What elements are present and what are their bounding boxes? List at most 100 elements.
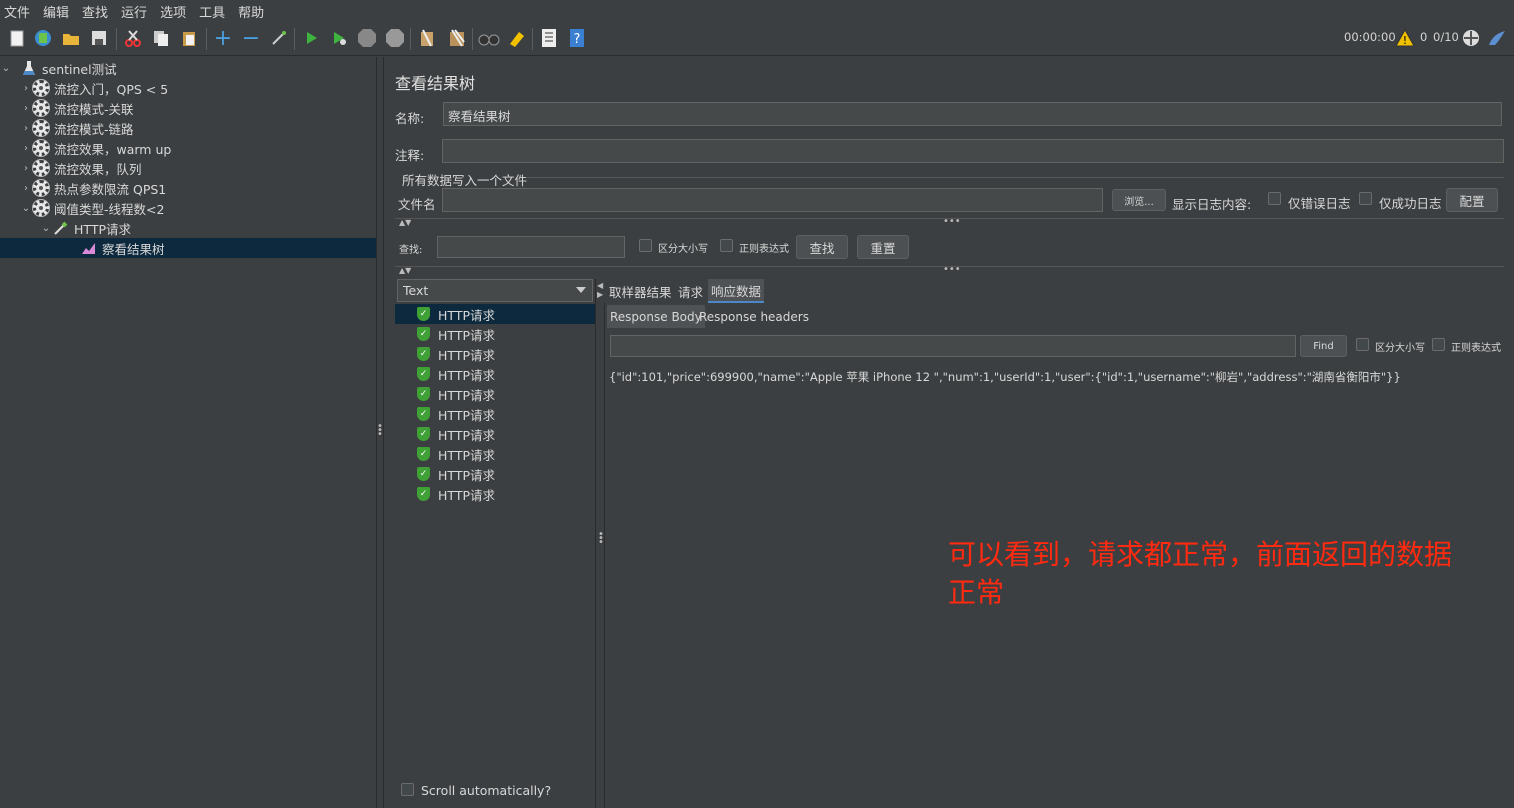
response-case-checkbox[interactable] (1356, 338, 1369, 351)
collapse-arrows-icon[interactable]: ▲▼ (399, 218, 411, 227)
chevron-down-icon[interactable]: ⌄ (20, 203, 32, 214)
list-item-label: HTTP请求 (438, 487, 495, 503)
templates-icon[interactable] (32, 27, 54, 49)
response-search-input[interactable] (610, 335, 1296, 357)
filename-label: 文件名 (398, 197, 436, 212)
list-item[interactable]: ✓ HTTP请求 (395, 404, 595, 424)
response-regex-checkbox[interactable] (1432, 338, 1445, 351)
name-field[interactable]: 察看结果树 (443, 102, 1502, 126)
list-item-label: HTTP请求 (438, 427, 495, 443)
comment-field[interactable] (442, 139, 1504, 163)
search-button[interactable]: 查找 (796, 235, 848, 259)
menu-help[interactable]: 帮助 (238, 2, 264, 21)
menu-edit[interactable]: 编辑 (43, 2, 69, 21)
tree-item-results-tree[interactable]: 察看结果树 (0, 238, 376, 258)
chevron-right-icon[interactable]: › (20, 143, 32, 154)
start-icon[interactable] (300, 27, 322, 49)
tree-item[interactable]: › 流控效果，队列 (0, 158, 376, 178)
scroll-auto-checkbox[interactable] (401, 783, 414, 796)
regex-checkbox[interactable] (720, 239, 733, 252)
tab-request[interactable]: 请求 (675, 279, 706, 303)
remote-icon[interactable] (1460, 27, 1482, 49)
list-item[interactable]: ✓ HTTP请求 (395, 384, 595, 404)
list-item[interactable]: ✓ HTTP请求 (395, 484, 595, 504)
configure-button[interactable]: 配置 (1446, 188, 1498, 212)
chevron-right-icon[interactable]: › (20, 103, 32, 114)
splitter-vertical[interactable]: • • • (376, 57, 384, 808)
tree-root[interactable]: ⌄ sentinel测试 (0, 58, 376, 78)
chevron-right-icon[interactable]: › (20, 163, 32, 174)
menu-tools[interactable]: 工具 (199, 2, 225, 21)
function-helper-icon[interactable] (538, 27, 560, 49)
open-icon[interactable] (60, 27, 82, 49)
chevron-right-icon[interactable]: › (20, 83, 32, 94)
collapse-arrows-icon[interactable]: ▲▼ (399, 266, 411, 275)
tree-item[interactable]: ⌄ 阈值类型-线程数<2 (0, 198, 376, 218)
expand-icon[interactable]: + (212, 26, 234, 51)
list-item[interactable]: ✓ HTTP请求 (395, 304, 595, 324)
list-item[interactable]: ✓ HTTP请求 (395, 424, 595, 444)
tree-item-http-request[interactable]: ⌄ HTTP请求 (0, 218, 376, 238)
menu-search[interactable]: 查找 (82, 2, 108, 21)
tab-response-body[interactable]: Response Body (607, 305, 705, 328)
search-icon[interactable] (478, 27, 500, 49)
paste-icon[interactable] (178, 27, 200, 49)
case-sensitive-checkbox[interactable] (639, 239, 652, 252)
stop-icon[interactable] (356, 27, 378, 49)
shutdown-icon[interactable] (384, 27, 406, 49)
success-only-checkbox[interactable] (1359, 192, 1372, 205)
clear-icon[interactable] (416, 27, 438, 49)
toggle-icon[interactable] (268, 27, 290, 49)
tab-response-headers[interactable]: Response headers (696, 305, 812, 328)
find-button[interactable]: Find (1300, 335, 1347, 357)
chevron-down-icon[interactable]: ⌄ (0, 63, 12, 74)
collapse-arrows-icon[interactable]: ◀ ▶ (597, 281, 603, 299)
new-icon[interactable] (6, 27, 28, 49)
svg-text:!: ! (1403, 34, 1407, 47)
tree-item[interactable]: › 流控效果，warm up (0, 138, 376, 158)
list-item[interactable]: ✓ HTTP请求 (395, 364, 595, 384)
tab-response-data[interactable]: 响应数据 (708, 279, 765, 303)
list-item[interactable]: ✓ HTTP请求 (395, 464, 595, 484)
success-shield-icon: ✓ (417, 347, 430, 361)
list-item-label: HTTP请求 (438, 367, 495, 383)
chevron-down-icon[interactable]: ⌄ (40, 223, 52, 234)
tree-item[interactable]: › 流控入门，QPS < 5 (0, 78, 376, 98)
response-regex-label: 正则表达式 (1451, 343, 1501, 354)
search-input[interactable] (437, 236, 625, 258)
chevron-right-icon[interactable]: › (20, 123, 32, 134)
start-no-pause-icon[interactable] (328, 27, 350, 49)
tree-item[interactable]: › 热点参数限流 QPS1 (0, 178, 376, 198)
annotation-text: 可以看到，请求都正常，前面返回的数据正常 (948, 538, 1453, 609)
success-shield-icon: ✓ (417, 367, 430, 381)
list-item[interactable]: ✓ HTTP请求 (395, 324, 595, 344)
gear-icon (32, 159, 50, 177)
menu-file[interactable]: 文件 (4, 2, 30, 21)
renderer-select[interactable]: Text (397, 279, 593, 302)
clear-all-icon[interactable] (446, 27, 468, 49)
reset-search-icon[interactable] (506, 27, 528, 49)
menu-bar: 文件 编辑 查找 运行 选项 工具 帮助 (0, 0, 1514, 22)
menu-run[interactable]: 运行 (121, 2, 147, 21)
elapsed-timer: 00:00:00 (1344, 30, 1396, 44)
gear-icon (32, 99, 50, 117)
list-item[interactable]: ✓ HTTP请求 (395, 344, 595, 364)
tree-item[interactable]: › 流控模式-关联 (0, 98, 376, 118)
help-icon[interactable]: ? (566, 27, 588, 49)
reset-button[interactable]: 重置 (857, 235, 909, 259)
gear-icon (32, 179, 50, 197)
tab-sampler-result[interactable]: 取样器结果 (606, 279, 675, 303)
cut-icon[interactable] (122, 27, 144, 49)
filename-field[interactable] (442, 188, 1103, 212)
list-item[interactable]: ✓ HTTP请求 (395, 444, 595, 464)
tree-item[interactable]: › 流控模式-链路 (0, 118, 376, 138)
chevron-right-icon[interactable]: › (20, 183, 32, 194)
save-icon[interactable] (88, 27, 110, 49)
browse-button[interactable]: 浏览... (1112, 189, 1166, 211)
list-item-label: HTTP请求 (438, 447, 495, 463)
collapse-icon[interactable]: − (240, 26, 262, 51)
errors-only-checkbox[interactable] (1268, 192, 1281, 205)
menu-options[interactable]: 选项 (160, 2, 186, 21)
warning-icon[interactable]: ! (1394, 27, 1416, 49)
copy-icon[interactable] (150, 27, 172, 49)
